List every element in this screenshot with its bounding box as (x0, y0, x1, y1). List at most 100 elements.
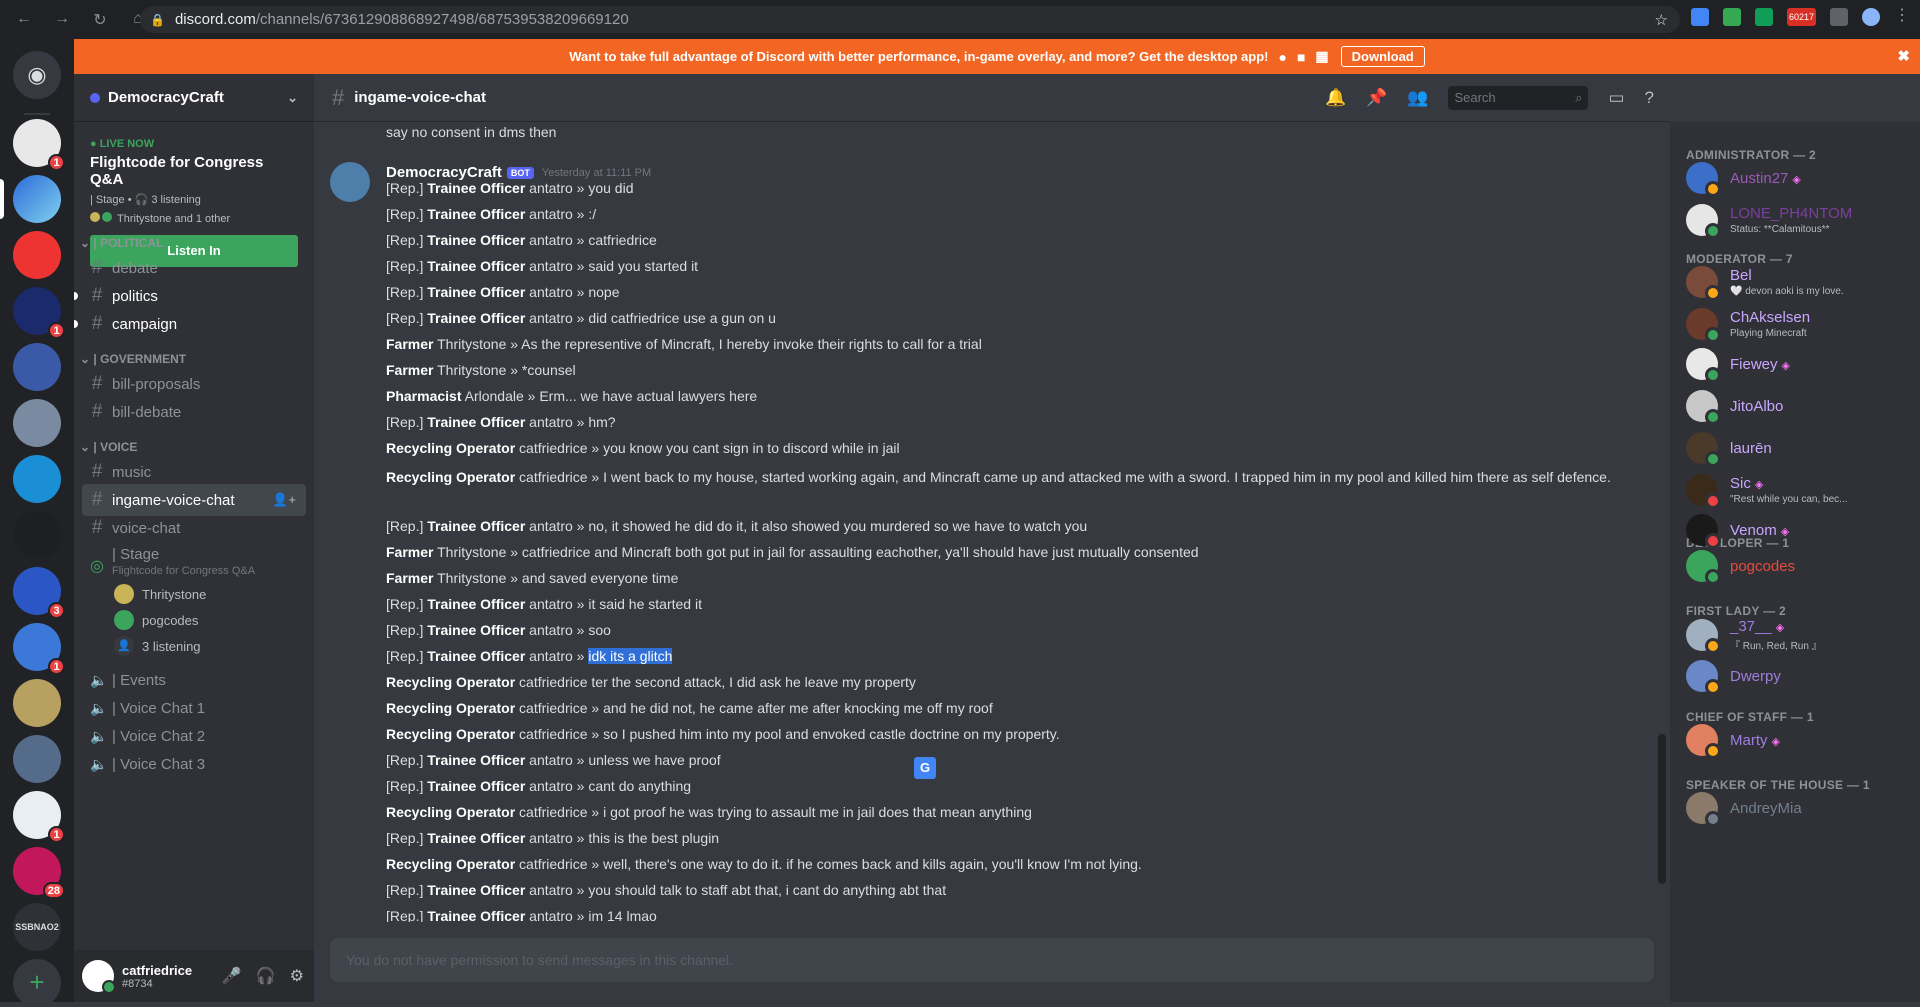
server-icon[interactable] (13, 231, 61, 279)
drive-extension-icon[interactable] (1722, 8, 1741, 26)
member-name: JitoAlbo (1730, 397, 1784, 415)
server-icon[interactable]: 1 (13, 791, 65, 843)
members-icon[interactable]: 👥 (1407, 88, 1428, 108)
stage-listening[interactable]: 👤 3 listening (114, 634, 201, 658)
message-line: Recycling Operator catfriedrice » so I p… (386, 726, 1060, 742)
message-text: said you started it (588, 258, 699, 274)
gear-icon[interactable]: ⚙ (290, 966, 304, 986)
voice-channel-3[interactable]: 🔈 | Voice Chat 3 (82, 748, 306, 780)
help-icon[interactable]: ? (1645, 88, 1654, 108)
message-text: ter the second attack, I did ask he leav… (591, 674, 916, 690)
add-user-icon[interactable]: 👤+ (272, 492, 296, 508)
member-name: Bel (1730, 267, 1752, 284)
server-icon-democracycraft[interactable] (13, 175, 61, 223)
player-name: Arlondale » (461, 388, 540, 404)
server-icon[interactable]: 28 (13, 847, 65, 899)
member-list: ADMINISTRATOR — 2 MODERATOR — 7 DEVELOPER … (1670, 122, 1920, 1002)
category-political[interactable]: ⌄ | POLITICAL (80, 236, 163, 250)
rank-prefix: [Rep.] (386, 622, 428, 638)
translate-extension-icon[interactable] (1690, 8, 1709, 26)
member-item[interactable]: AndreyMia (1686, 792, 1802, 827)
member-item[interactable]: Fiewey ◈ (1686, 348, 1790, 383)
star-icon[interactable]: ☆ (1655, 11, 1668, 29)
message-line: Pharmacist Arlondale » Erm... we have ac… (386, 388, 757, 404)
menu-icon[interactable]: ⋮ (1894, 8, 1910, 26)
mail-extension-badge[interactable]: 60217 (1786, 8, 1816, 26)
member-item[interactable]: Bel 🤍 devon aoki is my love. (1686, 266, 1844, 301)
member-item[interactable]: pogcodes (1686, 550, 1795, 585)
inbox-icon[interactable]: ▭ (1608, 88, 1624, 108)
extension-icon[interactable] (1754, 8, 1773, 26)
channel-voice-chat[interactable]: # voice-chat (82, 512, 306, 544)
close-icon[interactable]: ✖ (1897, 47, 1910, 65)
member-item[interactable]: JitoAlbo (1686, 390, 1784, 425)
translate-icon[interactable]: G (914, 757, 936, 779)
profile-avatar[interactable] (1862, 8, 1880, 26)
download-button[interactable]: Download (1340, 46, 1425, 67)
member-item[interactable]: Venom ◈ (1686, 514, 1789, 549)
stage-user[interactable]: Thritystone (114, 582, 206, 606)
back-icon[interactable]: ← (14, 10, 34, 30)
member-item[interactable]: Marty ◈ (1686, 724, 1780, 759)
mute-mic-icon[interactable]: 🎤 (222, 966, 242, 986)
member-item[interactable]: _37__ ◈ 『 Run, Red, Run 』 (1686, 618, 1822, 654)
role-label: Farmer (386, 336, 434, 352)
channel-campaign[interactable]: # campaign (74, 308, 306, 340)
nitro-boost-icon: ◈ (1754, 479, 1764, 491)
server-icon[interactable]: SSBNAO2 (13, 903, 61, 951)
avatar[interactable] (82, 960, 116, 994)
message-line: [Rep.] Trainee Officer antatro » soo (386, 622, 611, 638)
server-header[interactable]: DemocracyCraft ⌄ (74, 74, 314, 122)
server-icon[interactable] (13, 679, 61, 727)
home-button[interactable]: ◉ (13, 51, 61, 99)
rank-prefix: [Rep.] (386, 882, 428, 898)
puzzle-icon[interactable] (1830, 8, 1848, 26)
message-line: Recycling Operator catfriedrice ter the … (386, 674, 916, 690)
server-icon[interactable]: 1 (13, 623, 65, 675)
message-text: As the representive of Mincraft, I hereb… (521, 336, 982, 352)
reload-icon[interactable]: ↻ (90, 10, 110, 30)
hash-icon: # (91, 285, 103, 306)
category-voice[interactable]: ⌄ | VOICE (80, 440, 137, 454)
channel-bill-debate[interactable]: # bill-debate (82, 396, 306, 428)
apple-icon: ● (1278, 48, 1287, 65)
member-item[interactable]: ChAkselsen Playing Minecraft (1686, 308, 1810, 343)
scrollbar[interactable] (1658, 734, 1666, 884)
avatar[interactable] (330, 162, 370, 202)
member-item[interactable]: Sic ◈ "Rest while you can, bec... (1686, 474, 1848, 509)
server-icon[interactable] (13, 511, 61, 559)
message-input[interactable]: You do not have permission to send messa… (330, 938, 1654, 982)
member-item[interactable]: laurēn (1686, 432, 1772, 467)
author-name[interactable]: DemocracyCraft (386, 164, 502, 181)
avatar (1686, 550, 1721, 585)
server-icon[interactable] (13, 735, 61, 783)
stage-channel[interactable]: ◎ | Stage Flightcode for Congress Q&A (82, 546, 306, 586)
stage-user[interactable]: pogcodes (114, 608, 198, 632)
server-icon[interactable] (13, 399, 61, 447)
avatar (1686, 204, 1721, 239)
server-icon[interactable]: 1 (13, 119, 65, 171)
address-bar[interactable]: 🔒 discord.com/channels/67361290886892749… (140, 6, 1680, 33)
role-label: Recycling Operator (386, 440, 516, 456)
headphones-icon[interactable]: 🎧 (256, 966, 276, 986)
add-server-button[interactable]: + (13, 959, 61, 1007)
listener-icon: 👤 (114, 636, 134, 656)
category-government[interactable]: ⌄ | GOVERNMENT (80, 352, 186, 366)
rank-prefix: [Rep.] (386, 778, 428, 794)
role-label: Trainee Officer (427, 778, 526, 794)
member-item[interactable]: LONE_PH4NTOM Status: **Calamitous** (1686, 204, 1852, 239)
server-icon[interactable] (13, 455, 61, 503)
bell-icon[interactable]: 🔔 (1325, 88, 1346, 108)
member-item[interactable]: Austin27 ◈ (1686, 162, 1801, 197)
server-icon[interactable] (13, 343, 61, 391)
rank-prefix: [Rep.] (386, 232, 428, 248)
pin-icon[interactable]: 📌 (1366, 88, 1387, 108)
server-icon[interactable]: 1 (13, 287, 65, 339)
search-input[interactable]: Search ⌕ (1448, 86, 1589, 110)
avatar (1686, 308, 1721, 343)
member-name: Dwerpy (1730, 667, 1781, 685)
timestamp: Yesterday at 11:11 PM (541, 166, 652, 179)
server-icon[interactable]: 3 (13, 567, 65, 619)
member-item[interactable]: Dwerpy (1686, 660, 1781, 695)
forward-icon[interactable]: → (52, 10, 72, 30)
